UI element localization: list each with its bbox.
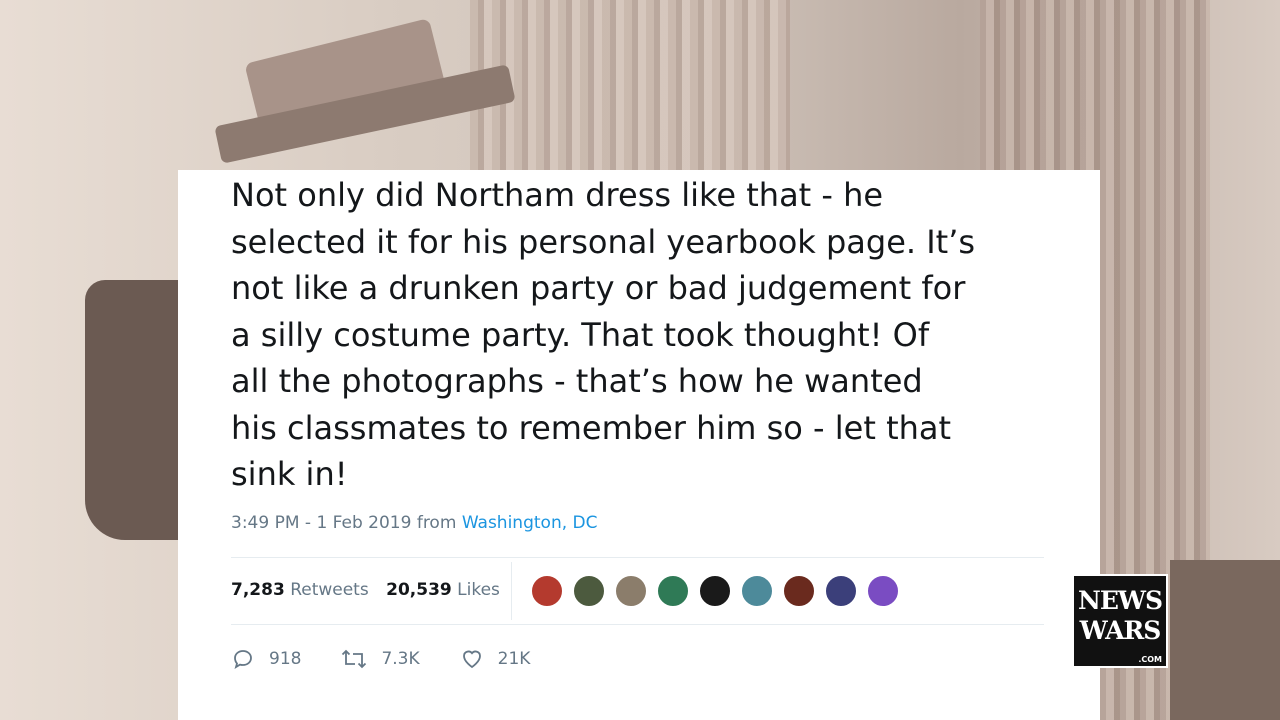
background-shadow (1170, 560, 1280, 720)
retweet-count: 7.3K (381, 649, 420, 669)
retweets-count: 7,283 (231, 580, 285, 600)
logo-line-3: .COM (1138, 655, 1162, 664)
tweet-line: Not only did Northam dress like that - h… (231, 176, 884, 214)
tweet-line: selected it for his personal yearbook pa… (231, 222, 976, 261)
avatar[interactable] (740, 574, 774, 608)
logo-line-2: WARS (1079, 616, 1162, 645)
avatar[interactable] (530, 574, 564, 608)
avatar[interactable] (656, 574, 690, 608)
reply-button[interactable]: 918 (231, 647, 301, 671)
avatar[interactable] (698, 574, 732, 608)
tweet-line: his classmates to remember him so - let … (231, 408, 952, 447)
retweets-label: Retweets (290, 580, 369, 600)
newswars-logo: NEWS WARS .COM (1072, 574, 1168, 668)
retweets-stat[interactable]: 7,283 Retweets (231, 580, 369, 600)
stats-divider (511, 562, 512, 620)
likes-stat[interactable]: 20,539 Likes (386, 580, 500, 600)
reply-icon (234, 650, 252, 669)
divider (231, 557, 1044, 558)
tweet-timestamp[interactable]: 3:49 PM - 1 Feb 2019 from (231, 513, 456, 533)
likes-label: Likes (457, 580, 500, 600)
retweet-icon (342, 649, 367, 669)
tweet-card: Not only did Northam dress like that - h… (178, 170, 1100, 720)
avatar[interactable] (614, 574, 648, 608)
tweet-meta: 3:49 PM - 1 Feb 2019 from Washington, DC (231, 513, 597, 533)
avatar[interactable] (572, 574, 606, 608)
liker-avatars (530, 574, 900, 608)
likes-count: 20,539 (386, 580, 452, 600)
avatar[interactable] (782, 574, 816, 608)
tweet-location-link[interactable]: Washington, DC (462, 513, 598, 533)
divider (231, 624, 1044, 625)
tweet-line: sink in! (231, 455, 348, 493)
tweet-stats: 7,283 Retweets 20,539 Likes (231, 580, 512, 600)
tweet-actions: 918 7.3K 21K (231, 647, 570, 671)
tweet-line: all the photographs - that’s how he want… (231, 362, 923, 400)
tweet-line: not like a drunken party or bad judgemen… (231, 269, 966, 307)
logo-line-1: NEWS (1077, 586, 1163, 615)
tweet-line: a silly costume party. That took thought… (231, 315, 930, 354)
reply-count: 918 (269, 649, 302, 669)
retweet-button[interactable]: 7.3K (341, 647, 420, 671)
avatar[interactable] (866, 574, 900, 608)
heart-icon (462, 650, 481, 669)
avatar[interactable] (824, 574, 858, 608)
like-count: 21K (497, 649, 531, 669)
tweet-text: Not only did Northam dress like that - h… (231, 172, 1061, 498)
background-curtain (470, 0, 790, 175)
like-button[interactable]: 21K (460, 647, 531, 671)
